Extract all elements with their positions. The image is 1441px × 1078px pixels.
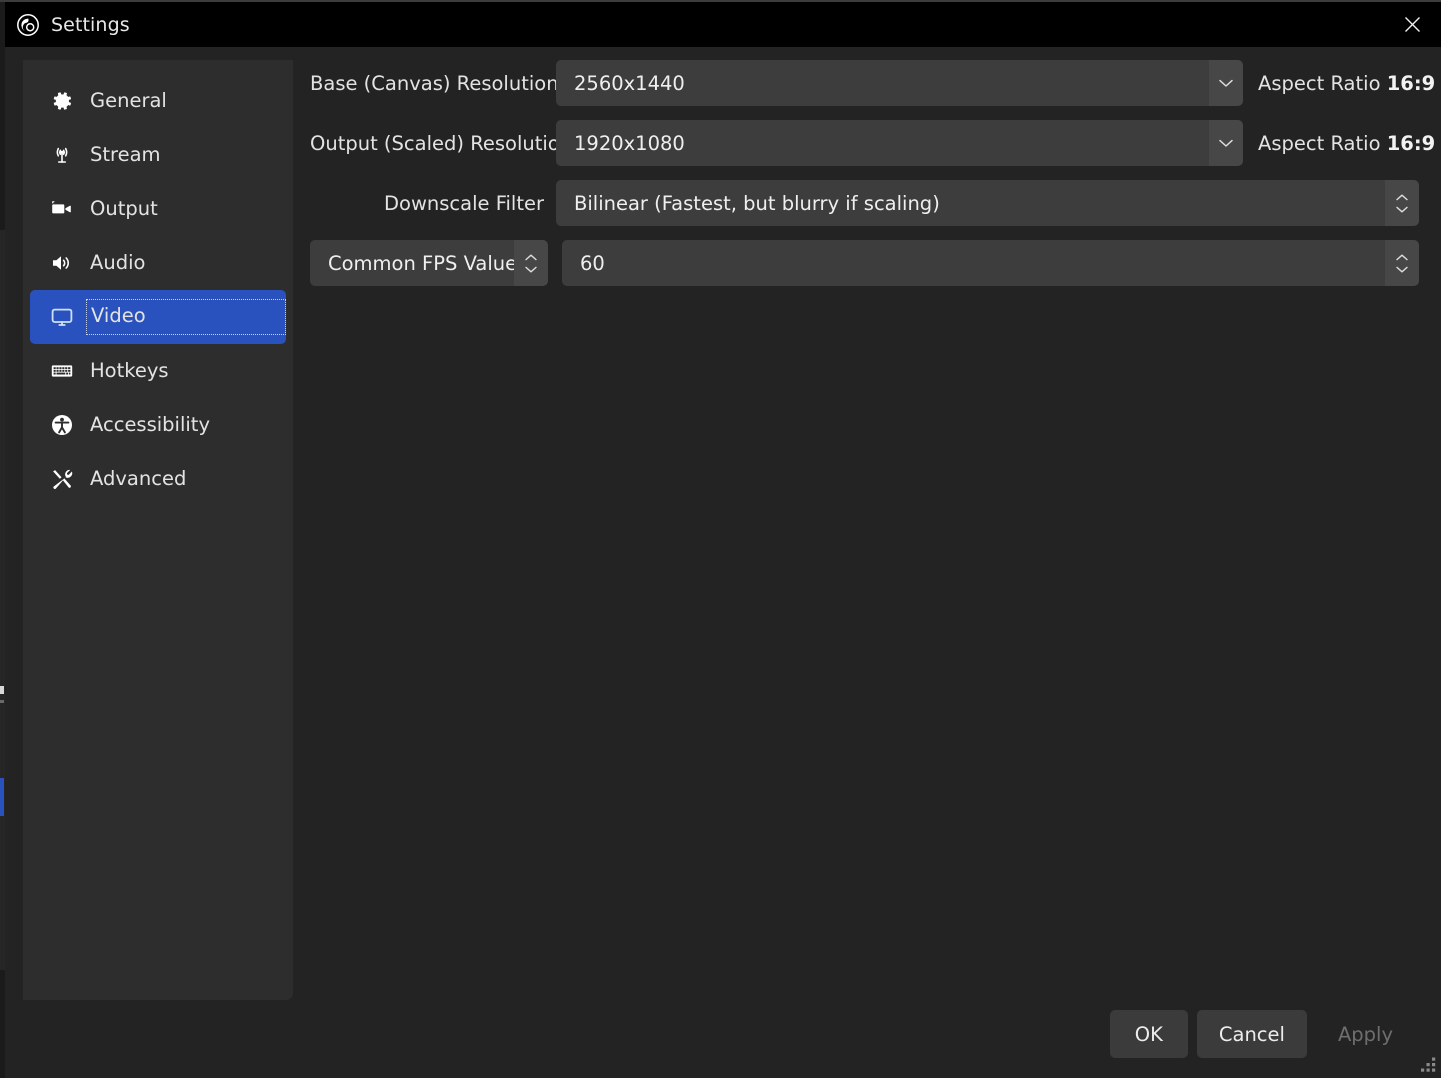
downscale-filter-row: Downscale Filter Bilinear (Fastest, but …	[310, 180, 1419, 226]
broadcast-icon	[49, 142, 75, 168]
base-resolution-row: Base (Canvas) Resolution 2560x1440 Aspec…	[310, 60, 1419, 106]
base-aspect-ratio-prefix: Aspect Ratio	[1258, 72, 1387, 95]
base-aspect-ratio: Aspect Ratio 16:9	[1243, 72, 1419, 95]
sidebar-item-accessibility[interactable]: Accessibility	[30, 398, 286, 452]
output-resolution-combobox[interactable]: 1920x1080	[556, 120, 1243, 166]
sidebar-item-label: Audio	[90, 253, 145, 273]
output-aspect-ratio: Aspect Ratio 16:9	[1243, 132, 1419, 155]
fps-row: Common FPS Values 60	[310, 240, 1419, 286]
speaker-icon	[49, 250, 75, 276]
ok-button[interactable]: OK	[1110, 1010, 1188, 1058]
video-camera-icon	[49, 196, 75, 222]
sidebar-item-label: General	[90, 91, 167, 111]
sidebar-item-general[interactable]: General	[30, 74, 286, 128]
video-settings-form: Base (Canvas) Resolution 2560x1440 Aspec…	[310, 60, 1419, 300]
sidebar-item-label: Advanced	[90, 469, 186, 489]
chevron-down-icon[interactable]	[1209, 60, 1243, 106]
sidebar-item-hotkeys[interactable]: Hotkeys	[30, 344, 286, 398]
keyboard-icon	[49, 358, 75, 384]
background-sliver-mark	[0, 686, 4, 694]
sidebar-item-stream[interactable]: Stream	[30, 128, 286, 182]
sidebar-item-video[interactable]: Video	[30, 290, 286, 344]
obs-logo-icon	[16, 13, 40, 37]
output-resolution-label: Output (Scaled) Resolution	[310, 132, 556, 155]
settings-dialog: Settings General	[5, 2, 1441, 1078]
accessibility-icon	[49, 412, 75, 438]
dialog-body: General Stream	[5, 47, 1441, 1078]
background-selected-row-sliver	[0, 778, 4, 816]
output-resolution-row: Output (Scaled) Resolution 1920x1080 Asp…	[310, 120, 1419, 166]
downscale-filter-label: Downscale Filter	[310, 192, 556, 215]
up-down-chevron-icon[interactable]	[1385, 240, 1419, 286]
gear-icon	[49, 88, 75, 114]
base-aspect-ratio-value: 16:9	[1387, 72, 1436, 95]
sidebar-item-label: Stream	[90, 145, 161, 165]
dialog-footer: OK Cancel Apply	[1110, 1010, 1415, 1058]
fps-type-combobox[interactable]: Common FPS Values	[310, 240, 548, 286]
monitor-icon	[49, 304, 75, 330]
sidebar-item-label: Accessibility	[90, 415, 210, 435]
settings-sidebar: General Stream	[23, 60, 293, 1000]
dialog-title: Settings	[51, 14, 130, 36]
downscale-filter-combobox[interactable]: Bilinear (Fastest, but blurry if scaling…	[556, 180, 1419, 226]
output-aspect-ratio-value: 16:9	[1387, 132, 1436, 155]
up-down-chevron-icon[interactable]	[514, 240, 548, 286]
sidebar-item-label: Hotkeys	[90, 361, 169, 381]
cancel-button[interactable]: Cancel	[1197, 1010, 1307, 1058]
up-down-chevron-icon[interactable]	[1385, 180, 1419, 226]
output-aspect-ratio-prefix: Aspect Ratio	[1258, 132, 1387, 155]
sidebar-item-output[interactable]: Output	[30, 182, 286, 236]
downscale-filter-value[interactable]: Bilinear (Fastest, but blurry if scaling…	[556, 180, 1385, 226]
sidebar-item-label: Output	[90, 199, 158, 219]
resize-grip-icon[interactable]	[1419, 1056, 1437, 1074]
fps-value[interactable]: 60	[562, 240, 1385, 286]
apply-button[interactable]: Apply	[1316, 1010, 1415, 1058]
base-resolution-input[interactable]: 2560x1440	[556, 60, 1209, 106]
close-icon[interactable]	[1383, 2, 1441, 47]
background-sliver-mark-secondary	[0, 700, 4, 703]
output-resolution-input[interactable]: 1920x1080	[556, 120, 1209, 166]
tools-icon	[49, 466, 75, 492]
fps-type-value[interactable]: Common FPS Values	[310, 240, 514, 286]
sidebar-item-audio[interactable]: Audio	[30, 236, 286, 290]
sidebar-item-label: Video	[86, 299, 286, 335]
chevron-down-icon[interactable]	[1209, 120, 1243, 166]
sidebar-item-advanced[interactable]: Advanced	[30, 452, 286, 506]
fps-value-combobox[interactable]: 60	[562, 240, 1419, 286]
dialog-titlebar: Settings	[5, 2, 1441, 47]
base-resolution-combobox[interactable]: 2560x1440	[556, 60, 1243, 106]
base-resolution-label: Base (Canvas) Resolution	[310, 72, 556, 95]
